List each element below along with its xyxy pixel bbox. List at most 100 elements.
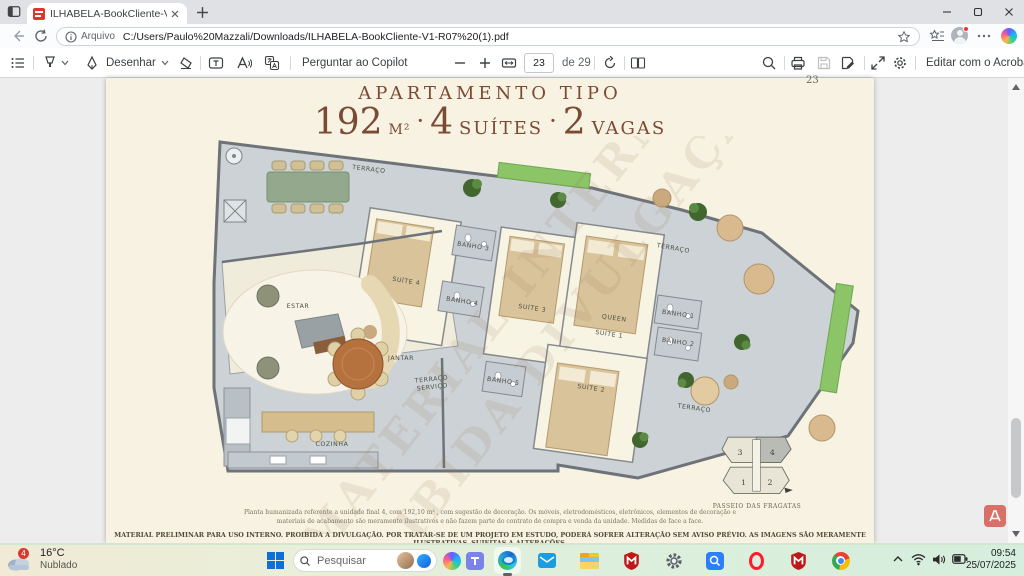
pdf-favicon [33,8,45,20]
wifi-icon[interactable] [911,553,926,566]
fullscreen-icon[interactable] [870,55,886,71]
scrollbar[interactable] [1008,78,1024,543]
taskbar-mcafee-icon[interactable] [620,549,643,572]
disclaimer-line-1: Planta humanizada referente a unidade fi… [183,509,797,517]
svg-text:3: 3 [738,448,743,457]
pdf-toolbar: Desenhar Perguntar ao Copilot [0,48,1024,78]
clock-time: 09:54 [966,548,1016,560]
taskbar-opera-icon[interactable] [745,549,768,572]
fit-width-icon[interactable] [501,55,517,71]
taskbar-copilot-icon[interactable] [440,549,463,572]
search-placeholder: Pesquisar [317,555,397,567]
favorites-list-icon[interactable] [929,28,945,44]
page-number-input[interactable] [524,53,554,73]
sink [270,456,286,464]
dining-table [267,172,349,202]
window-close-button[interactable] [993,0,1024,24]
weather-condition: Nublado [40,560,77,572]
taskbar-mcafee2-icon[interactable] [787,549,810,572]
taskbar-mail-icon[interactable] [535,549,558,572]
window-controls [931,0,1024,24]
print-icon[interactable] [790,55,806,71]
taskbar-explorer-icon[interactable] [578,549,601,572]
taskbar-edge-icon[interactable] [496,549,519,572]
armchair [257,357,279,379]
settings-gear-icon[interactable] [892,55,908,71]
tab-close-icon[interactable] [169,8,181,20]
zoom-in-icon[interactable] [477,55,493,71]
svg-text:4: 4 [770,448,775,457]
scroll-up-icon[interactable] [1012,83,1020,91]
north-arrow-icon [784,488,792,493]
room-label-jantar: JANTAR [387,355,414,362]
more-menu-icon[interactable] [976,28,992,44]
address-bar: Arquivo C:/Users/Paulo%20Mazzali/Downloa… [0,24,1024,48]
refresh-icon[interactable] [33,28,49,44]
island [262,412,374,432]
taskbar-search-app-icon[interactable] [703,549,726,572]
taskbar-search[interactable]: Pesquisar [293,549,437,572]
fridge [226,418,250,444]
taskbar-settings-icon[interactable] [662,549,685,572]
window-minimize-button[interactable] [931,0,962,24]
search-highlight-avatar[interactable] [397,552,414,569]
taskbar: 4 16°C Nublado Pesquisar [0,545,1024,576]
pdf-viewer: 23 APARTAMENTO TIPO 192M² · 4SUÍTES · 2V… [0,78,1024,543]
browser-tab-strip: ILHABELA-BookCliente-V1-R07 (1 [0,0,1024,24]
disclaimer-line-2: materiais de acabamento são meramente il… [183,518,797,526]
cooktop [310,456,326,464]
start-button[interactable] [264,549,287,572]
dining-table-round [333,339,383,389]
apartment-title: APARTAMENTO TIPO [106,83,874,104]
weather-temp: 16°C [40,547,77,560]
draw-chevron-icon[interactable] [160,55,170,71]
acrobat-fab-icon[interactable] [984,505,1006,527]
copilot-icon[interactable] [1001,28,1017,44]
edit-acrobat-button[interactable]: Editar com o Acrobat [926,57,1024,69]
weather-widget[interactable]: 4 16°C Nublado [6,547,77,572]
room-label-estar: ESTAR [287,303,310,310]
highlighter-icon[interactable] [42,55,58,71]
taskbar-chrome-icon[interactable] [829,549,852,572]
window-maximize-button[interactable] [962,0,993,24]
save-as-icon[interactable] [840,55,856,71]
zoom-out-icon[interactable] [452,55,468,71]
svg-text:2: 2 [768,478,773,487]
floor-plan: MATERIAL INTERNO PROIBIDA DIVULGAÇÃO TER… [210,136,870,534]
browser-tab[interactable]: ILHABELA-BookCliente-V1-R07 (1 [27,3,187,24]
taskbar-teams-icon[interactable] [463,549,486,572]
eraser-icon[interactable] [178,55,194,71]
scroll-down-icon[interactable] [1012,530,1020,538]
draw-label[interactable]: Desenhar [106,57,156,69]
clock-date: 25/07/2025 [966,560,1016,572]
tray-chevron-icon[interactable] [892,553,904,565]
highlighter-chevron-icon[interactable] [60,55,70,71]
add-text-icon[interactable] [208,55,224,71]
read-aloud-icon[interactable] [236,55,252,71]
favorite-star-icon[interactable] [897,30,911,44]
clock[interactable]: 09:54 25/07/2025 [966,548,1016,572]
toc-icon[interactable] [10,55,26,71]
ask-copilot-button[interactable]: Perguntar ao Copilot [302,57,407,69]
save-icon-disabled [816,55,832,71]
volume-icon[interactable] [932,553,947,566]
back-icon[interactable] [10,28,26,44]
key-plan: 3 4 1 2 [722,437,793,493]
rotate-icon[interactable] [602,55,618,71]
profile-alert-dot [963,26,969,32]
search-icon [299,555,311,567]
translate-icon[interactable] [264,55,280,71]
url-text: C:/Users/Paulo%20Mazzali/Downloads/ILHAB… [123,31,897,43]
bing-icon [417,554,431,568]
tab-actions-icon[interactable] [7,5,22,19]
file-info-icon[interactable] [65,31,77,43]
page-view-icon[interactable] [630,55,646,71]
draw-pen-icon[interactable] [84,55,100,71]
pdf-page: 23 APARTAMENTO TIPO 192M² · 4SUÍTES · 2V… [106,78,874,543]
search-icon[interactable] [761,55,777,71]
armchair [257,285,279,307]
new-tab-button[interactable] [196,6,209,19]
url-field[interactable]: Arquivo C:/Users/Paulo%20Mazzali/Downloa… [56,27,920,46]
svg-text:1: 1 [741,478,746,487]
scrollbar-thumb[interactable] [1011,418,1021,498]
